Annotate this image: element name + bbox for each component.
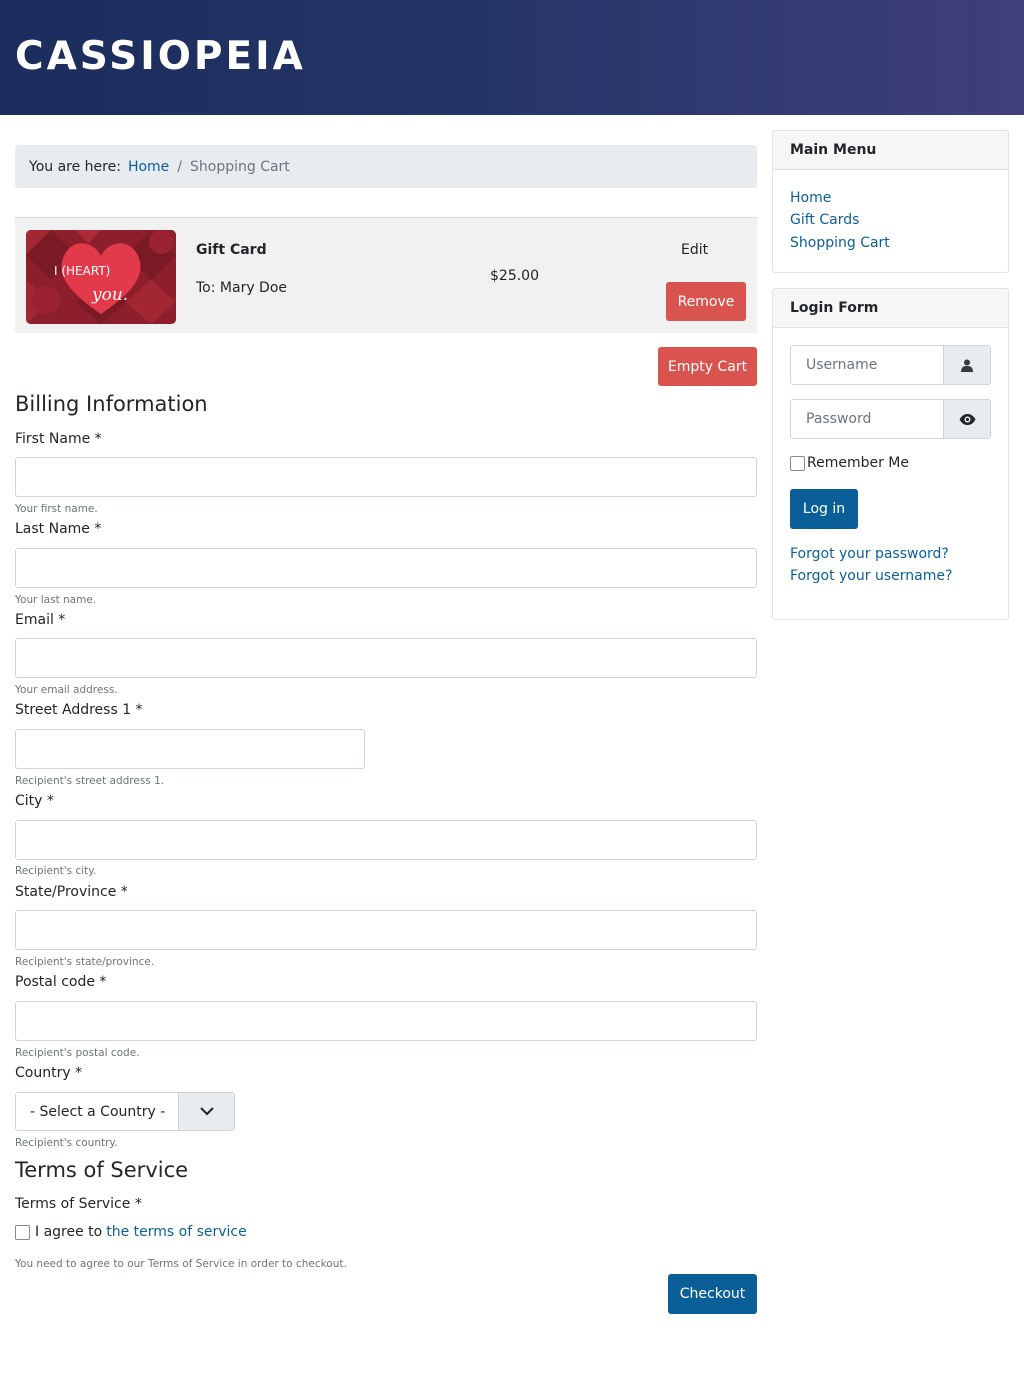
city-help: Recipient's city. [15,865,97,877]
main-menu-title: Main Menu [773,131,1008,170]
street-address-input[interactable] [15,729,365,769]
terms-heading: Terms of Service [15,1158,189,1182]
user-icon [943,346,990,384]
username-input[interactable]: Username [790,345,991,385]
breadcrumb-current: Shopping Cart [190,158,290,175]
postal-code-help: Recipient's postal code. [15,1047,140,1059]
password-input[interactable]: Password [790,399,991,439]
email-help: Your email address. [15,684,118,696]
postal-code-input[interactable] [15,1001,757,1041]
gift-card-image-text: I (HEART) [54,264,110,278]
terms-checkbox[interactable] [15,1224,30,1240]
postal-code-label: Postal code * [15,974,107,990]
cart-item-recipient: To: Mary Doe [196,280,288,296]
country-select-value: - Select a Country - [30,1104,166,1120]
forgot-username-link[interactable]: Forgot your username? [790,568,952,584]
billing-heading: Billing Information [15,392,208,416]
email-input[interactable] [15,638,757,678]
last-name-label: Last Name * [15,521,102,537]
gift-card-image: I (HEART) you. [26,230,176,324]
last-name-input[interactable] [15,548,757,588]
forgot-password-link[interactable]: Forgot your password? [790,546,949,562]
login-form-card: Login Form Username Password Remember Me… [772,288,1009,620]
city-label: City * [15,793,54,809]
terms-agree-prefix: I agree to [35,1224,103,1240]
street-address-help: Recipient's street address 1. [15,775,165,787]
breadcrumb: You are here: Home / Shopping Cart [15,145,757,188]
terms-link[interactable]: the terms of service [106,1224,247,1240]
first-name-label: First Name * [15,431,102,447]
remove-item-button[interactable]: Remove [666,282,746,321]
main-menu-card: Main Menu Home Gift Cards Shopping Cart [772,130,1009,273]
remember-me-checkbox[interactable] [790,455,805,471]
cart-item-price: $25.00 [490,268,539,284]
checkout-button[interactable]: Checkout [668,1274,757,1314]
country-help: Recipient's country. [15,1137,118,1149]
login-form-title: Login Form [773,289,1008,328]
breadcrumb-home-link[interactable]: Home [128,159,169,175]
eye-icon[interactable] [943,400,990,438]
email-label: Email * [15,612,66,628]
chevron-down-icon [178,1093,234,1130]
country-select[interactable]: - Select a Country - [15,1092,235,1131]
empty-cart-button[interactable]: Empty Cart [658,347,757,386]
terms-agree-row: I agree to the terms of service [15,1224,247,1240]
country-label: Country * [15,1065,83,1081]
edit-item-link[interactable]: Edit [681,242,708,258]
terms-help: You need to agree to our Terms of Servic… [15,1258,347,1270]
password-placeholder: Password [806,411,872,427]
first-name-help: Your first name. [15,503,98,515]
city-input[interactable] [15,820,757,860]
site-header: CASSIOPEIA [0,0,1024,115]
menu-item-home[interactable]: Home [790,190,831,206]
login-button[interactable]: Log in [790,489,858,529]
username-placeholder: Username [806,357,878,373]
street-address-label: Street Address 1 * [15,702,143,718]
cart-item-name: Gift Card [196,242,267,258]
menu-item-gift-cards[interactable]: Gift Cards [790,212,859,228]
menu-item-shopping-cart[interactable]: Shopping Cart [790,235,890,251]
state-label: State/Province * [15,884,128,900]
breadcrumb-prefix: You are here: [29,158,121,175]
gift-card-image-text-2: you. [91,285,128,305]
breadcrumb-separator: / [177,158,182,175]
first-name-input[interactable] [15,457,757,497]
remember-me-label: Remember Me [807,455,909,471]
cart-item-row: I (HEART) you. Gift Card To: Mary Doe $2… [15,217,757,333]
site-brand[interactable]: CASSIOPEIA [15,34,306,79]
state-input[interactable] [15,910,757,950]
last-name-help: Your last name. [15,594,97,606]
remember-me-row: Remember Me [790,455,909,471]
state-help: Recipient's state/province. [15,956,155,968]
terms-label: Terms of Service * [15,1196,142,1212]
